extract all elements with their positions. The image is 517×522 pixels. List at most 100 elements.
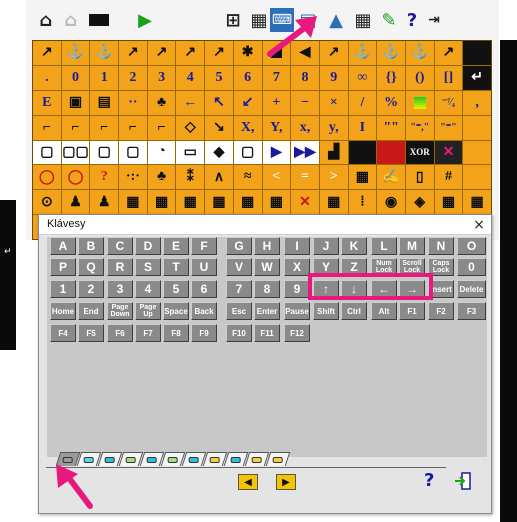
palette-cell[interactable]: ♣ xyxy=(147,165,176,190)
palette-cell[interactable]: , xyxy=(463,90,491,115)
palette-cell[interactable]: ⊙ xyxy=(33,190,61,215)
key-k[interactable]: K xyxy=(341,237,367,255)
palette-cell[interactable]: ▢ xyxy=(33,140,61,165)
key-l[interactable]: L xyxy=(371,237,397,255)
palette-cell[interactable]: 1 xyxy=(90,65,119,90)
palette-cell[interactable]: ⚓ xyxy=(348,41,377,65)
key-5[interactable]: 5 xyxy=(163,280,189,298)
palette-cell[interactable]: ▯ xyxy=(405,165,434,190)
palette-cell[interactable] xyxy=(463,41,491,65)
key-i[interactable]: I xyxy=(284,237,310,255)
building-icon[interactable]: ▲ xyxy=(324,8,348,32)
key-f3[interactable]: F3 xyxy=(457,302,486,320)
palette-cell[interactable]: . xyxy=(33,65,61,90)
key-n[interactable]: N xyxy=(428,237,454,255)
palette-cell[interactable]: ·· xyxy=(119,90,147,115)
palette-cell[interactable]: ⚓ xyxy=(377,41,405,65)
palette-cell[interactable]: ⁑ xyxy=(176,165,205,190)
key-home[interactable]: Home xyxy=(50,302,76,320)
key-e[interactable]: E xyxy=(163,237,189,255)
palette-cell[interactable]: "" xyxy=(377,115,405,140)
key-f10[interactable]: F10 xyxy=(226,324,252,342)
palette-cell[interactable]: ▦ xyxy=(348,165,377,190)
key-r[interactable]: R xyxy=(107,258,133,276)
palette-cell[interactable]: ◔ xyxy=(147,140,176,165)
palette-cell[interactable]: ⌐ xyxy=(61,115,90,140)
palette-cell[interactable]: ♟ xyxy=(61,190,90,215)
key-f7[interactable]: F7 xyxy=(135,324,161,342)
palette-cell[interactable] xyxy=(405,90,434,115)
palette-cell[interactable]: ▶ xyxy=(262,140,291,165)
key-f4[interactable]: F4 xyxy=(50,324,76,342)
next-page-button[interactable]: ▶ xyxy=(276,474,296,490)
palette-cell[interactable]: + xyxy=(262,90,291,115)
palette-cell[interactable]: ◯ xyxy=(61,165,90,190)
palette-cell[interactable]: {} xyxy=(377,65,405,90)
key-space[interactable]: Space xyxy=(163,302,189,320)
palette-cell[interactable]: E xyxy=(33,90,61,115)
key-f11[interactable]: F11 xyxy=(254,324,280,342)
palette-cell[interactable]: 4 xyxy=(176,65,205,90)
palette-cell[interactable]: ◯ xyxy=(33,165,61,190)
palette-cell[interactable]: 8 xyxy=(291,65,319,90)
palette-cell[interactable]: ✕ xyxy=(291,190,319,215)
key-a[interactable]: A xyxy=(50,237,76,255)
palette-cell[interactable]: ▦ xyxy=(434,190,463,215)
key-4[interactable]: 4 xyxy=(135,280,161,298)
palette-cell[interactable]: − xyxy=(291,90,319,115)
palette-cell[interactable]: ⚓ xyxy=(61,41,90,65)
palette-cell[interactable]: ▦ xyxy=(319,190,348,215)
palette-cell[interactable]: ↗ xyxy=(434,41,463,65)
palette-cell[interactable]: ↗ xyxy=(147,41,176,65)
palette-cell[interactable]: I xyxy=(348,115,377,140)
palette-cell[interactable]: ▤ xyxy=(90,90,119,115)
table-icon[interactable]: ▦ xyxy=(352,8,374,32)
key-c[interactable]: C xyxy=(107,237,133,255)
prev-page-button[interactable]: ◀ xyxy=(238,474,258,490)
key-pause[interactable]: Pause xyxy=(284,302,310,320)
key-x[interactable]: X xyxy=(284,258,310,276)
key-q[interactable]: Q xyxy=(78,258,104,276)
palette-cell[interactable]: ▭ xyxy=(176,140,205,165)
key-d[interactable]: D xyxy=(135,237,161,255)
palette-cell[interactable] xyxy=(463,115,491,140)
palette-cell[interactable]: ▢ xyxy=(233,140,262,165)
key-alt[interactable]: Alt xyxy=(371,302,397,320)
palette-cell[interactable]: x, xyxy=(291,115,319,140)
palette-cell[interactable]: ✕ xyxy=(434,140,463,165)
palette-cell[interactable]: ⌐ xyxy=(33,115,61,140)
palette-cell[interactable]: 9 xyxy=(319,65,348,90)
palette-cell[interactable]: XOR xyxy=(405,140,434,165)
palette-cell[interactable]: [] xyxy=(434,65,463,90)
key-enter[interactable]: Enter xyxy=(254,302,280,320)
key-f5[interactable]: F5 xyxy=(78,324,104,342)
palette-cell[interactable]: ⌐ xyxy=(90,115,119,140)
key-page-up[interactable]: Page Up xyxy=(135,302,161,320)
palette-cell[interactable]: ↗ xyxy=(119,41,147,65)
palette-cell[interactable]: / xyxy=(348,90,377,115)
palette-cell[interactable]: ▦ xyxy=(262,190,291,215)
palette-cell[interactable]: × xyxy=(319,90,348,115)
palette-cell[interactable]: "⁼" xyxy=(434,115,463,140)
palette-cell[interactable]: ⌐ xyxy=(147,115,176,140)
key-6[interactable]: 6 xyxy=(191,280,217,298)
palette-cell[interactable]: ↗ xyxy=(176,41,205,65)
palette-cell[interactable]: ↘ xyxy=(205,115,233,140)
key-0[interactable]: 0 xyxy=(457,258,486,276)
palette-cell[interactable]: ▢ xyxy=(119,140,147,165)
close-icon[interactable]: × xyxy=(467,215,491,235)
palette-cell[interactable]: ✱ xyxy=(233,41,262,65)
palette-cell[interactable]: 0 xyxy=(61,65,90,90)
palette-cell[interactable]: () xyxy=(405,65,434,90)
key-t[interactable]: T xyxy=(163,258,189,276)
palette-cell[interactable]: ↙ xyxy=(233,90,262,115)
key-ctrl[interactable]: Ctrl xyxy=(341,302,367,320)
key-7[interactable]: 7 xyxy=(226,280,252,298)
key-9[interactable]: 9 xyxy=(284,280,310,298)
play-icon[interactable]: ▶ xyxy=(134,8,156,32)
key-f6[interactable]: F6 xyxy=(107,324,133,342)
palette-cell[interactable]: ∞ xyxy=(348,65,377,90)
key-h[interactable]: H xyxy=(254,237,280,255)
exit-icon[interactable]: ⇥ xyxy=(422,8,446,32)
palette-cell[interactable]: 3 xyxy=(147,65,176,90)
